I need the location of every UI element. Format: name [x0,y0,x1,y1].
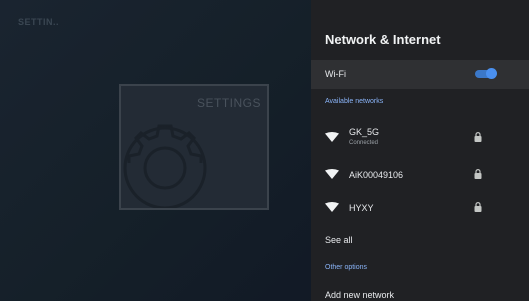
lock-icon [474,169,482,179]
wifi-icon [325,202,339,212]
toggle-thumb [486,68,497,79]
available-networks-header: Available networks [325,98,384,105]
network-name: AiK00049106 [349,170,404,180]
add-new-network-button[interactable]: Add new network [325,290,394,300]
network-row[interactable]: AiK00049106 [311,160,529,190]
background-title: SETTIN.. [18,17,60,27]
wifi-toggle-row[interactable]: Wi-Fi [311,60,529,89]
wifi-label: Wi-Fi [325,69,346,79]
wifi-icon [325,169,339,179]
network-status: Connected [349,140,379,146]
see-all-button[interactable]: See all [325,235,353,245]
network-name: GK_5G [349,127,380,137]
network-row[interactable]: HYXY [311,193,529,223]
other-options-header: Other options [325,264,368,271]
panel-title: Network & Internet [325,32,441,47]
wifi-icon [325,132,339,142]
network-internet-panel: Network & Internet Wi-Fi Available netwo… [311,0,529,301]
network-name: HYXY [349,203,374,213]
lock-icon [474,132,482,142]
wifi-toggle-switch[interactable] [475,68,497,79]
settings-card: SETTINGS [119,84,269,210]
network-row[interactable]: GK_5G Connected [311,122,529,152]
lock-icon [474,202,482,212]
settings-card-label: SETTINGS [196,96,261,110]
